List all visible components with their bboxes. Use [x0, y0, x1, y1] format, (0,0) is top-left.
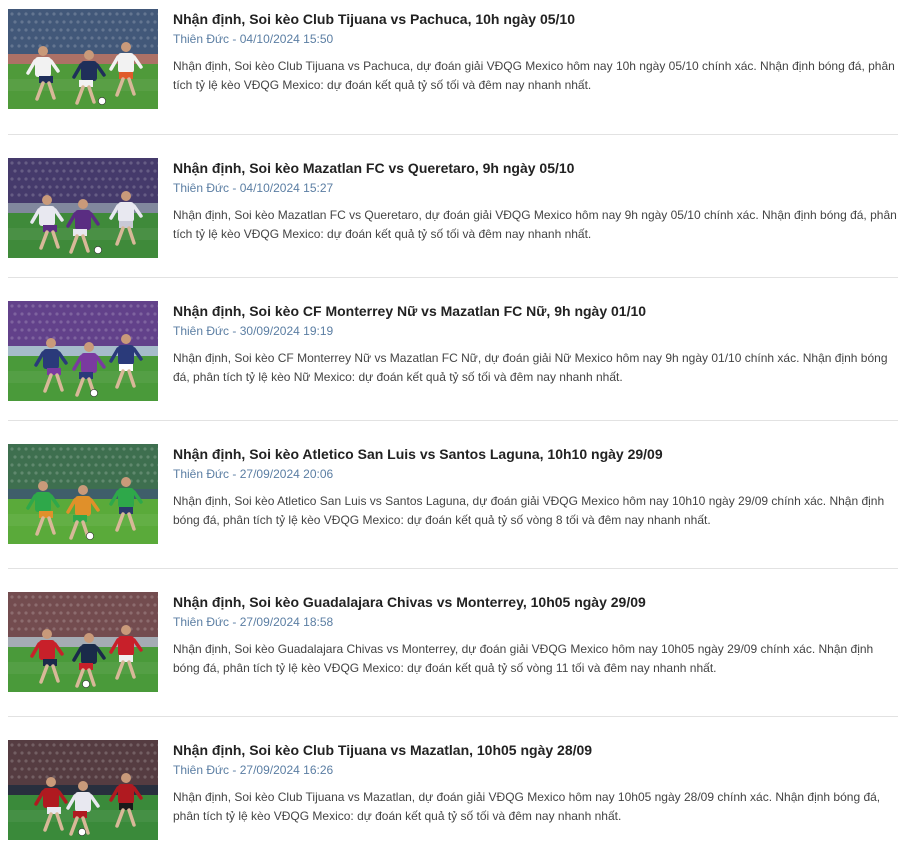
article-author: Thiên Đức — [173, 615, 230, 629]
article-meta: Thiên Đức - 27/09/2024 20:06 — [173, 466, 333, 482]
ball-icon — [86, 532, 94, 540]
article-author: Thiên Đức — [173, 181, 230, 195]
meta-separator: - — [232, 32, 240, 46]
article-thumbnail[interactable] — [8, 444, 158, 544]
meta-separator: - — [232, 763, 240, 777]
article-item: Nhận định, Soi kèo Club Tijuana vs Mazat… — [8, 731, 898, 841]
article-thumbnail[interactable] — [8, 740, 158, 840]
thumbnail-image — [8, 9, 158, 109]
ball-icon — [82, 680, 90, 688]
article-item: Nhận định, Soi kèo CF Monterrey Nữ vs Ma… — [8, 292, 898, 402]
article-title-link[interactable]: Nhận định, Soi kèo Club Tijuana vs Pachu… — [173, 10, 893, 28]
article-thumbnail[interactable] — [8, 592, 158, 692]
article-divider — [8, 134, 898, 135]
article-item: Nhận định, Soi kèo Guadalajara Chivas vs… — [8, 583, 898, 693]
article-meta: Thiên Đức - 04/10/2024 15:50 — [173, 31, 333, 47]
article-title-link[interactable]: Nhận định, Soi kèo Guadalajara Chivas vs… — [173, 593, 893, 611]
article-title-link[interactable]: Nhận định, Soi kèo Mazatlan FC vs Queret… — [173, 159, 893, 177]
article-excerpt: Nhận định, Soi kèo Club Tijuana vs Mazat… — [173, 790, 881, 823]
ball-icon — [94, 246, 102, 254]
article-date: 27/09/2024 18:58 — [239, 615, 334, 629]
article-date: 04/10/2024 15:27 — [239, 181, 334, 195]
article-item: Nhận định, Soi kèo Mazatlan FC vs Queret… — [8, 149, 898, 259]
article-divider — [8, 568, 898, 569]
article-item: Nhận định, Soi kèo Club Tijuana vs Pachu… — [8, 0, 898, 110]
meta-separator: - — [232, 615, 240, 629]
article-title-link[interactable]: Nhận định, Soi kèo CF Monterrey Nữ vs Ma… — [173, 302, 893, 320]
article-meta: Thiên Đức - 27/09/2024 18:58 — [173, 614, 333, 630]
article-excerpt: Nhận định, Soi kèo CF Monterrey Nữ vs Ma… — [173, 351, 888, 384]
article-meta: Thiên Đức - 27/09/2024 16:26 — [173, 762, 333, 778]
meta-separator: - — [232, 181, 240, 195]
article-meta: Thiên Đức - 04/10/2024 15:27 — [173, 180, 333, 196]
article-meta: Thiên Đức - 30/09/2024 19:19 — [173, 323, 333, 339]
article-item: Nhận định, Soi kèo Atletico San Luis vs … — [8, 435, 898, 545]
article-excerpt: Nhận định, Soi kèo Mazatlan FC vs Queret… — [173, 208, 897, 241]
article-divider — [8, 420, 898, 421]
article-author: Thiên Đức — [173, 467, 230, 481]
ball-icon — [98, 97, 106, 105]
article-author: Thiên Đức — [173, 32, 230, 46]
article-date: 27/09/2024 20:06 — [239, 467, 334, 481]
ball-icon — [78, 828, 86, 836]
meta-separator: - — [232, 467, 240, 481]
article-author: Thiên Đức — [173, 324, 230, 338]
article-date: 04/10/2024 15:50 — [239, 32, 334, 46]
article-date: 30/09/2024 19:19 — [239, 324, 334, 338]
article-date: 27/09/2024 16:26 — [239, 763, 334, 777]
article-thumbnail[interactable] — [8, 9, 158, 109]
article-title-link[interactable]: Nhận định, Soi kèo Atletico San Luis vs … — [173, 445, 893, 463]
article-thumbnail[interactable] — [8, 158, 158, 258]
ball-icon — [90, 389, 98, 397]
thumbnail-image — [8, 740, 158, 840]
article-excerpt: Nhận định, Soi kèo Club Tijuana vs Pachu… — [173, 59, 895, 92]
article-thumbnail[interactable] — [8, 301, 158, 401]
article-divider — [8, 716, 898, 717]
thumbnail-image — [8, 301, 158, 401]
article-author: Thiên Đức — [173, 763, 230, 777]
article-excerpt: Nhận định, Soi kèo Guadalajara Chivas vs… — [173, 642, 874, 675]
thumbnail-image — [8, 592, 158, 692]
article-title-link[interactable]: Nhận định, Soi kèo Club Tijuana vs Mazat… — [173, 741, 893, 759]
meta-separator: - — [232, 324, 240, 338]
article-excerpt: Nhận định, Soi kèo Atletico San Luis vs … — [173, 494, 885, 527]
thumbnail-image — [8, 158, 158, 258]
article-divider — [8, 277, 898, 278]
thumbnail-image — [8, 444, 158, 544]
